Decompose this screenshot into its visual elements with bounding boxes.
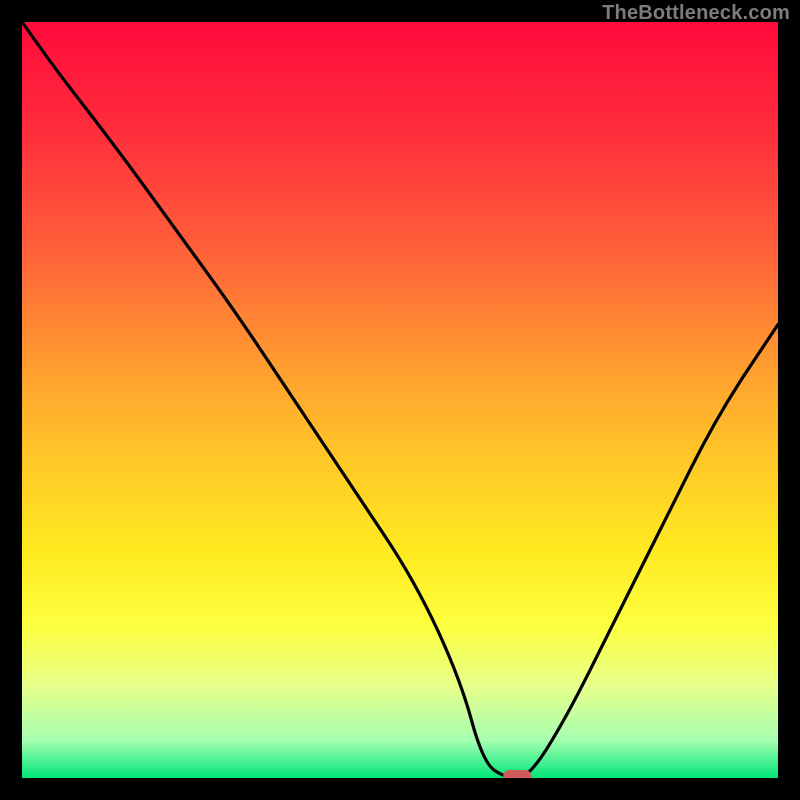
chart-plot-area	[22, 22, 778, 778]
chart-gradient-background	[22, 22, 778, 778]
chart-frame: TheBottleneck.com	[0, 0, 800, 800]
attribution-text: TheBottleneck.com	[602, 2, 790, 25]
chart-svg	[22, 22, 778, 778]
optimal-marker	[503, 770, 531, 778]
